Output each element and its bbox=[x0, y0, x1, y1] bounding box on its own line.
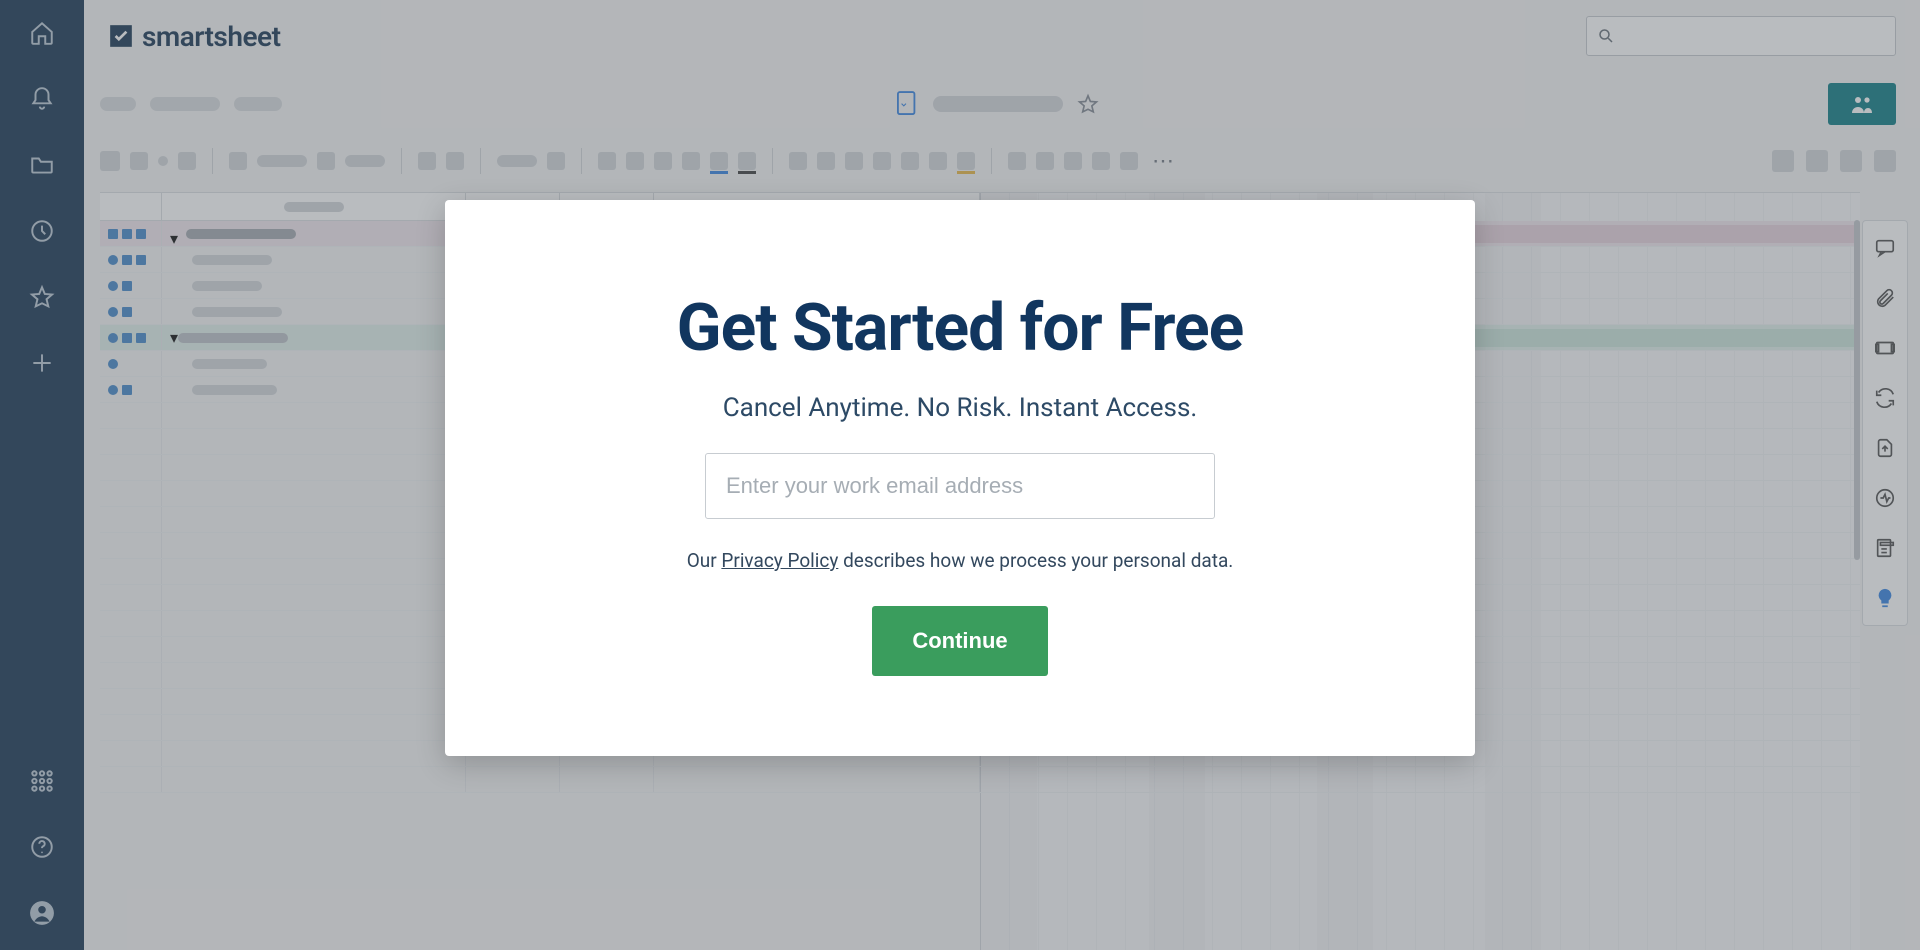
privacy-notice: Our Privacy Policy describes how we proc… bbox=[505, 549, 1415, 572]
privacy-policy-link[interactable]: Privacy Policy bbox=[721, 549, 838, 572]
continue-button[interactable]: Continue bbox=[872, 606, 1048, 676]
modal-subtitle: Cancel Anytime. No Risk. Instant Access. bbox=[505, 393, 1415, 423]
signup-modal: Get Started for Free Cancel Anytime. No … bbox=[445, 200, 1475, 756]
modal-title: Get Started for Free bbox=[505, 290, 1415, 367]
modal-overlay: Get Started for Free Cancel Anytime. No … bbox=[0, 0, 1920, 950]
email-field[interactable] bbox=[705, 453, 1215, 519]
